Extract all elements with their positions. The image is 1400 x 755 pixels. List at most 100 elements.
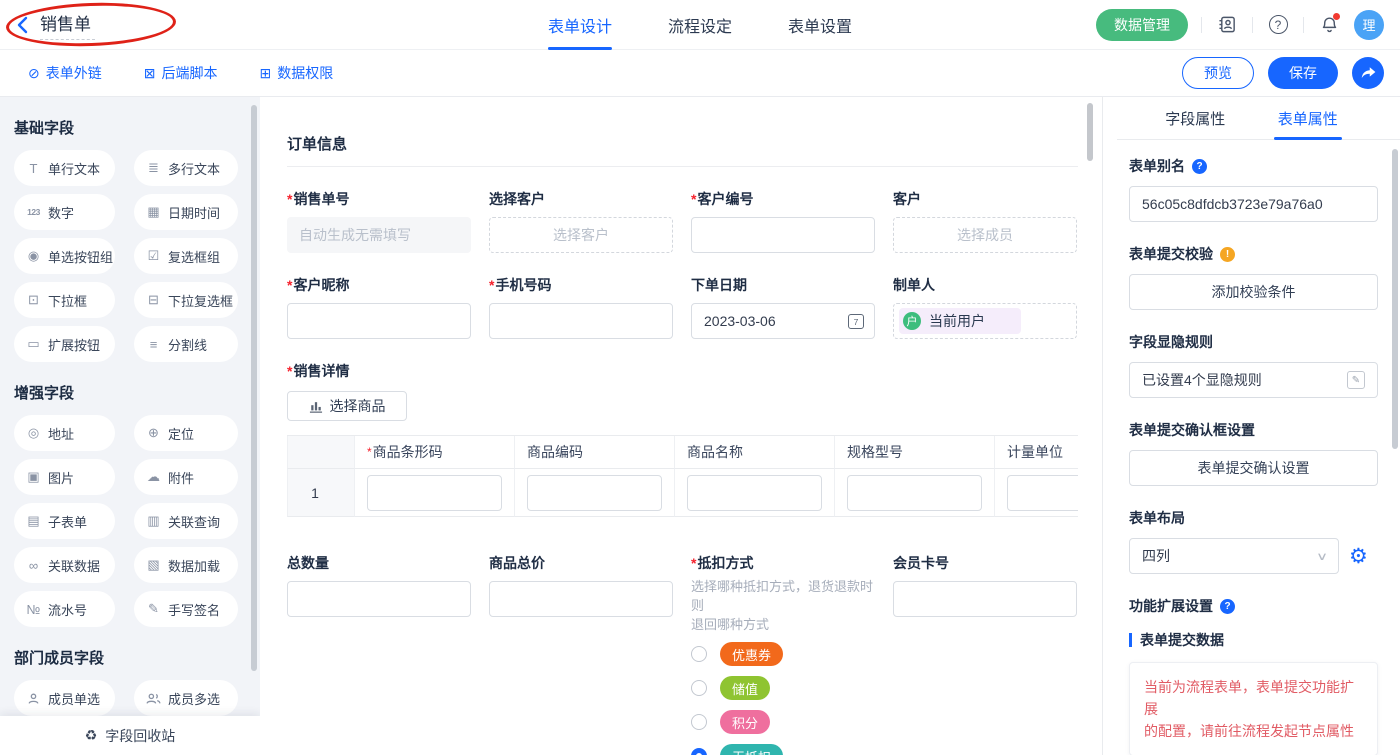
tab-form-design[interactable]: 表单设计: [548, 0, 612, 50]
radio-icon-selected[interactable]: [691, 748, 707, 755]
avatar[interactable]: 理: [1354, 10, 1384, 40]
field-pill-address[interactable]: ◎地址: [14, 415, 115, 451]
backend-script-link[interactable]: ⊠后端脚本: [144, 63, 218, 83]
field-total-quantity[interactable]: 总数量: [287, 553, 471, 617]
preview-button[interactable]: 预览: [1182, 57, 1254, 89]
field-pill-serial-number[interactable]: №流水号: [14, 591, 115, 627]
field-pill-datetime[interactable]: ▦日期时间: [134, 194, 238, 230]
canvas-scrollbar[interactable]: [1087, 103, 1093, 161]
field-pill-divider[interactable]: ≡分割线: [134, 326, 238, 362]
field-pill-single-line-text[interactable]: T单行文本: [14, 150, 115, 186]
field-deduction-method[interactable]: *抵扣方式 选择哪种抵扣方式，退货退款时则 退回哪种方式 优惠券 储值 积分: [691, 553, 875, 755]
form-alias-label: 表单别名?: [1129, 156, 1378, 176]
field-customer-no[interactable]: *客户编号: [691, 189, 875, 253]
back-button[interactable]: [16, 16, 28, 34]
form-external-link[interactable]: ⊘表单外链: [28, 63, 102, 83]
question-icon[interactable]: ?: [1192, 159, 1207, 174]
field-goods-total-price[interactable]: 商品总价: [489, 553, 673, 617]
data-load-icon: ▧: [145, 557, 162, 573]
field-pill-linked-query[interactable]: ▥关联查询: [134, 503, 238, 539]
field-pill-multi-select[interactable]: ⊟下拉复选框: [134, 282, 238, 318]
radio-icon[interactable]: [691, 714, 707, 730]
customer-nickname-input[interactable]: [287, 303, 471, 339]
field-member-card-no[interactable]: 会员卡号: [893, 553, 1077, 617]
notification-bell-icon[interactable]: [1317, 13, 1341, 37]
radio-option-stored-value[interactable]: 储值: [691, 676, 875, 700]
field-pill-location[interactable]: ⊕定位: [134, 415, 238, 451]
form-name[interactable]: 销售单: [40, 10, 95, 40]
field-pill-signature[interactable]: ✎手写签名: [134, 591, 238, 627]
data-permission-link[interactable]: ⊞数据权限: [259, 63, 333, 83]
data-manage-button[interactable]: 数据管理: [1096, 9, 1188, 41]
field-sales-order-no[interactable]: *销售单号 自动生成无需填写: [287, 189, 471, 253]
field-choose-customer[interactable]: 选择客户 选择客户: [489, 189, 673, 253]
field-pill-multi-line-text[interactable]: ≣多行文本: [134, 150, 238, 186]
submit-confirm-button[interactable]: 表单提交确认设置: [1129, 450, 1378, 486]
order-date-input[interactable]: 2023-03-06 7: [691, 303, 875, 339]
field-phone-number[interactable]: *手机号码: [489, 275, 673, 339]
field-order-date[interactable]: 下单日期 2023-03-06 7: [691, 275, 875, 339]
radio-option-points[interactable]: 积分: [691, 710, 875, 734]
choose-member-button[interactable]: 选择成员: [893, 217, 1077, 253]
tab-form-properties[interactable]: 表单属性: [1278, 97, 1338, 140]
field-pill-number[interactable]: 123数字: [14, 194, 115, 230]
linked-query-icon: ▥: [145, 513, 162, 529]
radio-option-no-deduction[interactable]: 无抵扣: [691, 744, 875, 755]
goods-total-price-input[interactable]: [489, 581, 673, 617]
field-pill-radio-group[interactable]: ◉单选按钮组: [14, 238, 115, 274]
barcode-input[interactable]: [367, 475, 502, 511]
form-alias-input[interactable]: 56c05c8dfdcb3723e79a76a0: [1129, 186, 1378, 222]
current-user-chip: 户 当前用户: [899, 308, 1021, 334]
unit-input[interactable]: [1007, 475, 1078, 511]
contact-book-icon[interactable]: [1215, 13, 1239, 37]
field-recycle-bin[interactable]: ♻字段回收站: [0, 716, 260, 755]
field-pill-select[interactable]: ⊡下拉框: [14, 282, 115, 318]
sidebar-scrollbar[interactable]: [251, 105, 257, 671]
layout-select[interactable]: 四列 ∨: [1129, 538, 1339, 574]
field-pill-checkbox-group[interactable]: ☑复选框组: [134, 238, 238, 274]
member-card-no-input[interactable]: [893, 581, 1077, 617]
panel-scrollbar[interactable]: [1392, 149, 1398, 449]
tab-flow-setting[interactable]: 流程设定: [668, 0, 732, 50]
field-pill-extend-button[interactable]: ▭扩展按钮: [14, 326, 115, 362]
field-customer-nickname[interactable]: *客户昵称: [287, 275, 471, 339]
table-cell-goods-code: [515, 469, 675, 517]
select-goods-button[interactable]: 选择商品: [287, 391, 407, 421]
total-quantity-input[interactable]: [287, 581, 471, 617]
table-header-unit: 计量单位: [995, 436, 1078, 469]
field-pill-subform[interactable]: ▤子表单: [14, 503, 115, 539]
address-icon: ◎: [25, 425, 42, 441]
signature-icon: ✎: [145, 601, 162, 617]
field-pill-linked-data[interactable]: ∞关联数据: [14, 547, 115, 583]
sales-order-no-input[interactable]: 自动生成无需填写: [287, 217, 471, 253]
edit-icon[interactable]: ✎: [1347, 371, 1365, 389]
field-customer[interactable]: 客户 选择成员: [893, 189, 1077, 253]
radio-icon[interactable]: [691, 646, 707, 662]
field-pill-image[interactable]: ▣图片: [14, 459, 115, 495]
radio-option-coupon[interactable]: 优惠券: [691, 642, 875, 666]
question-icon[interactable]: ?: [1220, 599, 1235, 614]
field-pill-member-single[interactable]: 成员单选: [14, 680, 115, 716]
help-icon[interactable]: ?: [1266, 13, 1290, 37]
order-maker-field[interactable]: 户 当前用户: [893, 303, 1077, 339]
tab-form-setting[interactable]: 表单设置: [788, 0, 852, 50]
visibility-rules-box[interactable]: 已设置4个显隐规则 ✎: [1129, 362, 1378, 398]
field-order-maker[interactable]: 制单人 户 当前用户: [893, 275, 1077, 339]
datetime-icon: ▦: [145, 204, 162, 220]
customer-no-input[interactable]: [691, 217, 875, 253]
phone-number-input[interactable]: [489, 303, 673, 339]
share-button[interactable]: [1352, 57, 1384, 89]
add-validation-button[interactable]: 添加校验条件: [1129, 274, 1378, 310]
goods-name-input[interactable]: [687, 475, 822, 511]
field-pill-data-load[interactable]: ▧数据加载: [134, 547, 238, 583]
warning-icon[interactable]: !: [1220, 247, 1235, 262]
tab-field-properties[interactable]: 字段属性: [1165, 97, 1225, 140]
save-button[interactable]: 保存: [1268, 57, 1338, 89]
goods-code-input[interactable]: [527, 475, 662, 511]
field-pill-attachment[interactable]: ☁附件: [134, 459, 238, 495]
radio-icon[interactable]: [691, 680, 707, 696]
spec-model-input[interactable]: [847, 475, 982, 511]
layout-gear-icon[interactable]: ⚙: [1349, 546, 1368, 567]
field-pill-member-multi[interactable]: 成员多选: [134, 680, 238, 716]
choose-customer-button[interactable]: 选择客户: [489, 217, 673, 253]
